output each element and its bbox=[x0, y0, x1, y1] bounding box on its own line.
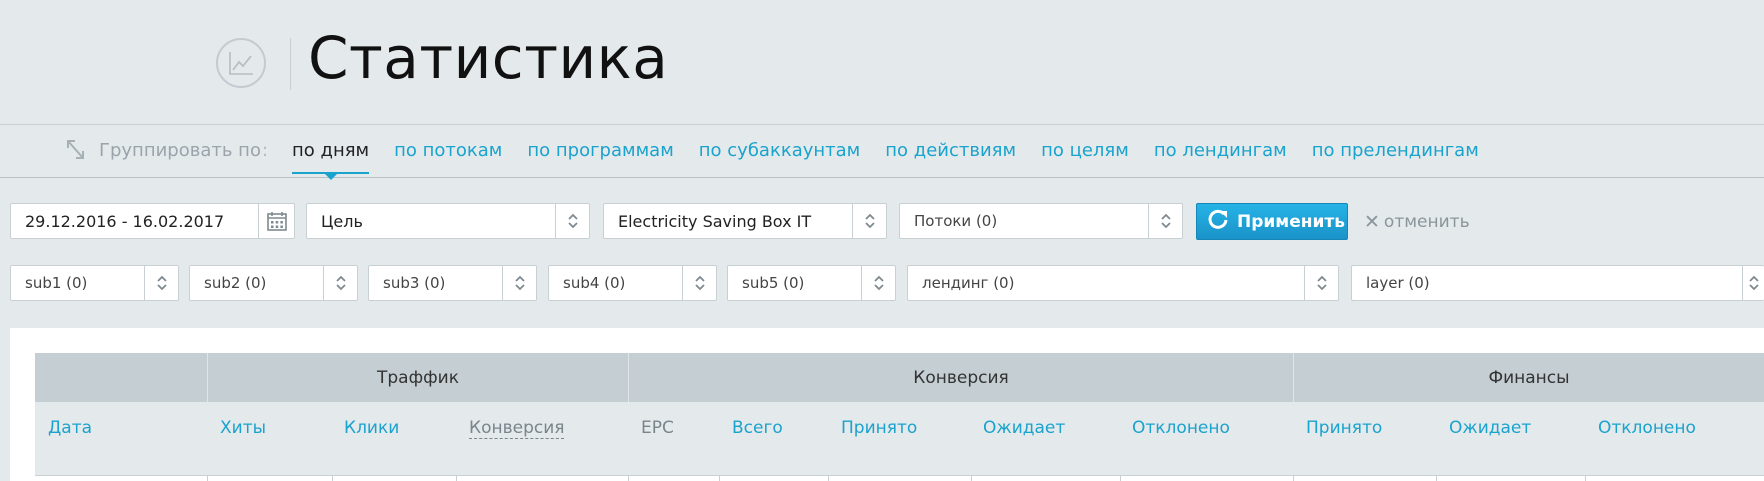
row-divider bbox=[1120, 475, 1121, 481]
column-hits[interactable]: Хиты bbox=[220, 418, 266, 438]
column-date[interactable]: Дата bbox=[48, 418, 92, 438]
row-divider bbox=[332, 475, 333, 481]
chevron-updown-icon bbox=[861, 266, 895, 300]
column-rejected[interactable]: Отклонено bbox=[1132, 418, 1230, 438]
apply-button-label: Применить bbox=[1237, 211, 1345, 232]
calendar-icon[interactable] bbox=[258, 204, 294, 238]
sub2-select[interactable]: sub2 (0) bbox=[189, 265, 358, 301]
group-header-empty bbox=[35, 353, 207, 402]
row-divider bbox=[719, 475, 720, 481]
chevron-updown-icon bbox=[1304, 266, 1338, 300]
row-divider bbox=[1293, 475, 1294, 481]
cancel-link[interactable]: ✕ отменить bbox=[1364, 211, 1470, 233]
streams-select-value: Потоки (0) bbox=[914, 212, 998, 230]
layer-value: layer (0) bbox=[1366, 274, 1430, 292]
group-by-label: Группировать по bbox=[99, 140, 261, 161]
sub5-select[interactable]: sub5 (0) bbox=[727, 265, 896, 301]
table-column-header: Дата Хиты Клики Конверсия EPC Всего Прин… bbox=[35, 402, 1764, 475]
goal-select-value: Цель bbox=[321, 211, 363, 231]
close-icon: ✕ bbox=[1364, 211, 1380, 233]
table-row bbox=[35, 475, 1764, 481]
column-fin-pending[interactable]: Ожидает bbox=[1449, 418, 1531, 438]
sub2-value: sub2 (0) bbox=[204, 274, 267, 292]
row-divider bbox=[628, 475, 629, 481]
chevron-updown-icon bbox=[852, 204, 886, 238]
offer-select-value: Electricity Saving Box IT bbox=[618, 211, 812, 231]
tab-by-prelandings[interactable]: по прелендингам bbox=[1312, 140, 1479, 161]
landing-select[interactable]: лендинг (0) bbox=[907, 265, 1339, 301]
column-fin-rejected[interactable]: Отклонено bbox=[1598, 418, 1696, 438]
layer-select[interactable]: layer (0) bbox=[1351, 265, 1764, 301]
chevron-updown-icon bbox=[682, 266, 716, 300]
goal-select[interactable]: Цель bbox=[306, 203, 590, 239]
chart-line-icon bbox=[216, 38, 266, 88]
header-divider bbox=[290, 38, 291, 90]
chevron-updown-icon bbox=[1742, 266, 1764, 300]
sub4-select[interactable]: sub4 (0) bbox=[548, 265, 717, 301]
table-group-header: Траффик Конверсия Финансы bbox=[35, 353, 1764, 402]
sub3-value: sub3 (0) bbox=[383, 274, 446, 292]
resize-arrows-icon bbox=[65, 138, 87, 166]
column-accepted[interactable]: Принято bbox=[841, 418, 917, 438]
streams-select[interactable]: Потоки (0) bbox=[899, 203, 1183, 239]
row-divider bbox=[971, 475, 972, 481]
sub1-value: sub1 (0) bbox=[25, 274, 88, 292]
tab-by-streams[interactable]: по потокам bbox=[394, 140, 502, 161]
row-divider bbox=[207, 475, 208, 481]
landing-value: лендинг (0) bbox=[922, 274, 1015, 292]
row-divider bbox=[1585, 475, 1586, 481]
tab-by-subaccounts[interactable]: по субаккаунтам bbox=[699, 140, 860, 161]
group-header-conversion: Конверсия bbox=[628, 353, 1293, 402]
group-by-separator: : bbox=[262, 140, 269, 161]
sub4-value: sub4 (0) bbox=[563, 274, 626, 292]
sub5-value: sub5 (0) bbox=[742, 274, 805, 292]
tab-by-actions[interactable]: по действиям bbox=[885, 140, 1016, 161]
chevron-updown-icon bbox=[144, 266, 178, 300]
column-epc: EPC bbox=[641, 418, 674, 438]
column-total[interactable]: Всего bbox=[732, 418, 783, 438]
chevron-updown-icon bbox=[323, 266, 357, 300]
tab-by-days[interactable]: по дням bbox=[292, 140, 370, 180]
row-divider bbox=[828, 475, 829, 481]
offer-select[interactable]: Electricity Saving Box IT bbox=[603, 203, 887, 239]
row-divider bbox=[456, 475, 457, 481]
column-fin-accepted[interactable]: Принято bbox=[1306, 418, 1382, 438]
row-divider bbox=[1436, 475, 1437, 481]
apply-button[interactable]: Применить bbox=[1196, 203, 1348, 240]
page-header: Статистика bbox=[0, 0, 1764, 125]
sub1-select[interactable]: sub1 (0) bbox=[10, 265, 179, 301]
column-conversion[interactable]: Конверсия bbox=[469, 418, 565, 439]
tab-by-goals[interactable]: по целям bbox=[1041, 140, 1129, 161]
date-range-field[interactable]: 29.12.2016 - 16.02.2017 bbox=[10, 203, 295, 239]
tab-by-programs[interactable]: по программам bbox=[527, 140, 673, 161]
date-range-value: 29.12.2016 - 16.02.2017 bbox=[25, 211, 225, 231]
cancel-link-label: отменить bbox=[1383, 212, 1470, 232]
column-clicks[interactable]: Клики bbox=[344, 418, 399, 438]
refresh-icon bbox=[1207, 208, 1229, 235]
tab-by-landings[interactable]: по лендингам bbox=[1154, 140, 1287, 161]
column-pending[interactable]: Ожидает bbox=[983, 418, 1065, 438]
group-by-bar: Группировать по : по дням по потокам по … bbox=[0, 126, 1764, 180]
chevron-updown-icon bbox=[555, 204, 589, 238]
group-by-tabs: по дням по потокам по программам по суба… bbox=[292, 140, 1504, 180]
sub3-select[interactable]: sub3 (0) bbox=[368, 265, 537, 301]
chevron-updown-icon bbox=[502, 266, 536, 300]
group-header-traffic: Траффик bbox=[207, 353, 628, 402]
page-title: Статистика bbox=[308, 24, 669, 92]
chevron-updown-icon bbox=[1148, 204, 1182, 238]
group-header-finance: Финансы bbox=[1293, 353, 1764, 402]
